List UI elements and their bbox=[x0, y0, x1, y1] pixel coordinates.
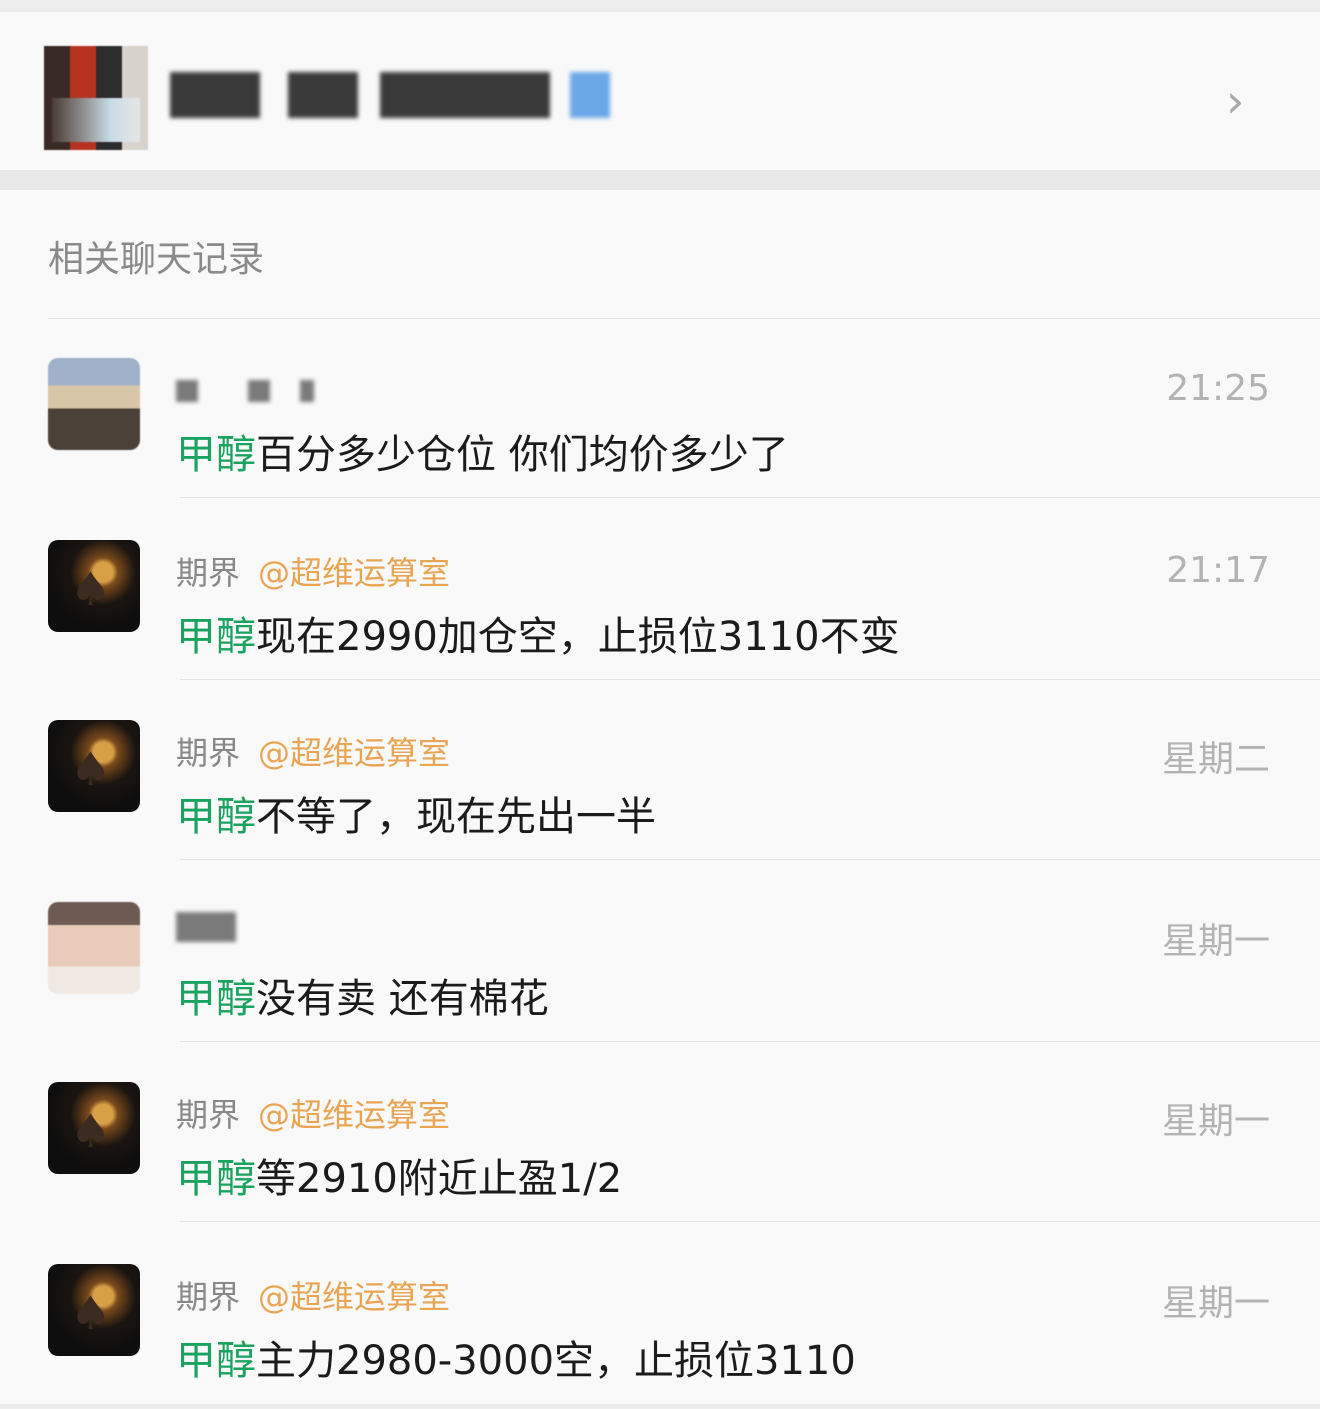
avatar bbox=[48, 720, 140, 812]
divider bbox=[180, 1221, 1320, 1222]
related-chat-history: 相关聊天记录 甲醇百分多少仓位 你们均价多少了 21:25 期界@超维运算室 甲… bbox=[0, 190, 1320, 1404]
divider bbox=[180, 497, 1320, 498]
sender-name: 期界 @超维运算室 bbox=[176, 1096, 451, 1134]
chat-record-row[interactable]: 甲醇没有卖 还有棉花 星期一 bbox=[0, 862, 1320, 1042]
avatar bbox=[48, 1082, 140, 1174]
avatar bbox=[48, 1264, 140, 1356]
chevron-right-icon[interactable]: › bbox=[1226, 78, 1244, 124]
chat-record-row[interactable]: 期界@超维运算室 甲醇主力2980-3000空，止损位3110 星期一 bbox=[0, 1224, 1320, 1404]
chat-record-row[interactable]: 期界@超维运算室 甲醇等2910附近止盈1/2 星期一 bbox=[0, 1042, 1320, 1222]
avatar bbox=[48, 540, 140, 632]
message-text: 甲醇不等了，现在先出一半 bbox=[176, 794, 656, 840]
mention: @超维运算室 bbox=[258, 1278, 451, 1316]
message-text: 甲醇等2910附近止盈1/2 bbox=[176, 1156, 623, 1202]
keyword-highlight: 甲醇 bbox=[176, 614, 256, 660]
chat-record-row[interactable]: 甲醇百分多少仓位 你们均价多少了 21:25 bbox=[0, 318, 1320, 498]
top-strip bbox=[0, 0, 1320, 12]
sender-name: 期界 @超维运算室 bbox=[176, 1278, 451, 1316]
avatar bbox=[48, 902, 140, 994]
mention: @超维运算室 bbox=[258, 734, 451, 772]
keyword-highlight: 甲醇 bbox=[176, 1338, 256, 1384]
sender-name-blurred bbox=[176, 370, 315, 408]
timestamp: 星期一 bbox=[1161, 1101, 1270, 1142]
timestamp: 星期一 bbox=[1161, 921, 1270, 962]
keyword-highlight: 甲醇 bbox=[176, 1156, 256, 1202]
chat-record-row[interactable]: 期界@超维运算室 甲醇现在2990加仓空，止损位3110不变 21:17 bbox=[0, 500, 1320, 680]
group-name-blurred bbox=[170, 72, 640, 122]
timestamp: 星期一 bbox=[1161, 1283, 1270, 1324]
avatar bbox=[48, 358, 140, 450]
sender-name-blurred bbox=[176, 906, 236, 944]
chat-header[interactable]: › bbox=[0, 12, 1320, 170]
sender-name: 期界 @超维运算室 bbox=[176, 734, 451, 772]
chat-record-row[interactable]: 期界@超维运算室 甲醇不等了，现在先出一半 星期二 bbox=[0, 680, 1320, 860]
divider bbox=[180, 859, 1320, 860]
section-divider bbox=[0, 170, 1320, 190]
message-text: 甲醇主力2980-3000空，止损位3110 bbox=[176, 1338, 856, 1384]
message-text: 甲醇没有卖 还有棉花 bbox=[176, 976, 549, 1022]
group-avatar bbox=[44, 46, 148, 150]
message-text: 甲醇现在2990加仓空，止损位3110不变 bbox=[176, 614, 900, 660]
mention: @超维运算室 bbox=[258, 1096, 451, 1134]
timestamp: 21:25 bbox=[1166, 368, 1270, 409]
mention: @超维运算室 bbox=[258, 554, 451, 592]
message-text: 甲醇百分多少仓位 你们均价多少了 bbox=[176, 432, 789, 478]
keyword-highlight: 甲醇 bbox=[176, 976, 256, 1022]
sender-name: 期界 @超维运算室 bbox=[176, 554, 451, 592]
keyword-highlight: 甲醇 bbox=[176, 432, 256, 478]
timestamp: 星期二 bbox=[1161, 739, 1270, 780]
keyword-highlight: 甲醇 bbox=[176, 794, 256, 840]
bottom-edge bbox=[0, 1404, 1320, 1409]
section-title: 相关聊天记录 bbox=[48, 239, 265, 280]
timestamp: 21:17 bbox=[1166, 550, 1270, 591]
